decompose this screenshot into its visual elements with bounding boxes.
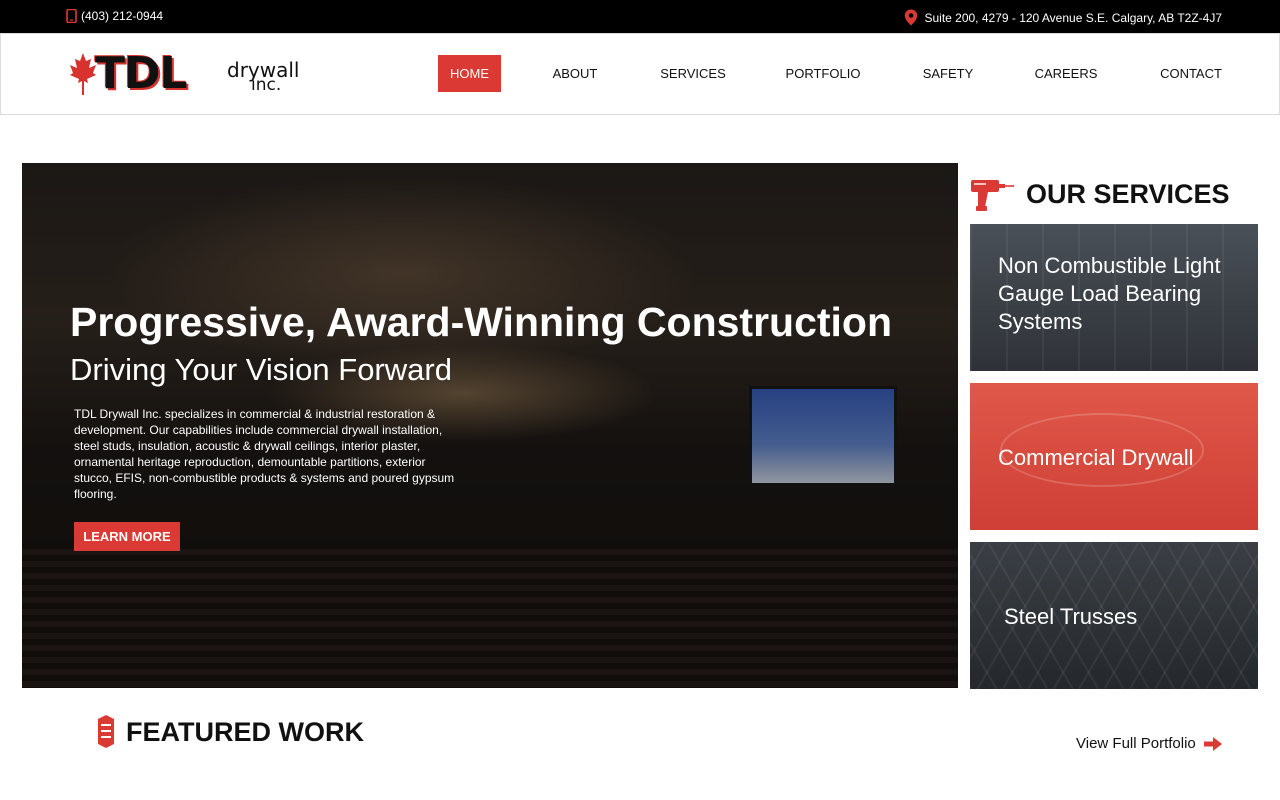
nav-careers[interactable]: CAREERS (1028, 55, 1104, 92)
view-portfolio-link[interactable]: View Full Portfolio (1076, 735, 1222, 752)
service-card-label: Non Combustible Light Gauge Load Bearing… (998, 253, 1221, 334)
phone-number: (403) 212-0944 (81, 9, 164, 23)
service-card-steel-trusses[interactable]: Steel Trusses (970, 542, 1258, 689)
map-pin-icon (905, 9, 918, 26)
services-title: OUR SERVICES (1026, 179, 1230, 209)
hero-subtitle: Driving Your Vision Forward (70, 352, 452, 387)
hero-title: Progressive, Award-Winning Construction (70, 299, 893, 345)
featured-heading: FEATURED WORK (96, 714, 416, 754)
nav-about[interactable]: ABOUT (541, 55, 609, 92)
service-card-label: Commercial Drywall (998, 445, 1194, 470)
main-nav: HOME ABOUT SERVICES PORTFOLIO SAFETY CAR… (1, 55, 1280, 92)
address-contact[interactable]: Suite 200, 4279 - 120 Avenue S.E. Calgar… (904, 9, 1222, 26)
top-bar: (403) 212-0944 Suite 200, 4279 - 120 Ave… (0, 0, 1280, 33)
view-portfolio-label: View Full Portfolio (1076, 735, 1196, 752)
nav-contact[interactable]: CONTACT (1151, 55, 1231, 92)
nav-portfolio[interactable]: PORTFOLIO (779, 55, 867, 92)
address-text: Suite 200, 4279 - 120 Avenue S.E. Calgar… (924, 10, 1222, 25)
nav-home[interactable]: HOME (438, 55, 501, 92)
service-card-commercial-drywall[interactable]: Commercial Drywall (970, 383, 1258, 530)
phone-icon (66, 9, 77, 23)
drill-icon (971, 180, 1014, 211)
hero-banner: Progressive, Award-Winning Construction … (22, 163, 958, 688)
services-heading: OUR SERVICES (970, 177, 1260, 217)
learn-more-button[interactable]: LEARN MORE (74, 522, 180, 551)
service-card-light-gauge[interactable]: Non Combustible Light Gauge Load Bearing… (970, 224, 1258, 371)
featured-title: FEATURED WORK (126, 717, 364, 747)
phone-contact[interactable]: (403) 212-0944 (66, 9, 163, 23)
blueprint-icon (98, 715, 114, 748)
nav-services[interactable]: SERVICES (653, 55, 733, 92)
hero-description: TDL Drywall Inc. specializes in commerci… (74, 407, 455, 501)
arrow-right-icon (1203, 736, 1222, 751)
service-card-label: Steel Trusses (1004, 604, 1138, 629)
site-header: TDL drywall inc. HOME ABOUT SERVICES POR… (0, 33, 1280, 115)
nav-safety[interactable]: SAFETY (914, 55, 982, 92)
